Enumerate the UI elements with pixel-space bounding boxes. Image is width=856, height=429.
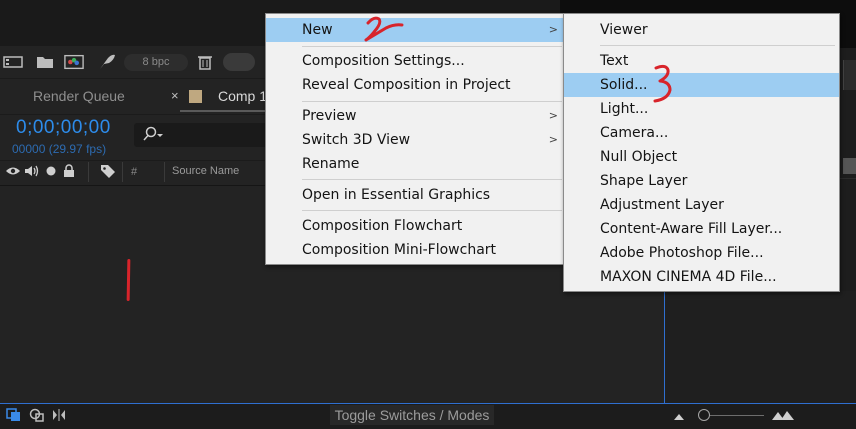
eye-icon[interactable] xyxy=(5,164,21,183)
chevron-right-icon: > xyxy=(548,23,558,36)
label-tag-icon[interactable] xyxy=(100,164,116,183)
menu-item-composition-mini-flowchart[interactable]: Composition Mini-Flowchart xyxy=(266,238,566,262)
submenu-item-adjustment-layer[interactable]: Adjustment Layer xyxy=(564,193,839,217)
tab-render-queue[interactable]: Render Queue xyxy=(33,88,125,104)
new-composition-icon[interactable] xyxy=(64,52,84,72)
current-time-indicator[interactable] xyxy=(664,291,665,403)
active-tab-indicator xyxy=(180,110,270,112)
column-divider xyxy=(164,162,165,182)
submenu-item-text[interactable]: Text xyxy=(564,49,839,73)
tab-comp-1[interactable]: Comp 1 xyxy=(218,88,267,104)
submenu-item-null-object[interactable]: Null Object xyxy=(564,145,839,169)
menu-separator xyxy=(302,179,562,180)
zoom-slider-handle[interactable] xyxy=(698,409,710,421)
column-divider xyxy=(88,162,89,182)
menu-item-composition-flowchart[interactable]: Composition Flowchart xyxy=(266,214,566,238)
menu-item-switch-3d-view[interactable]: Switch 3D View > xyxy=(266,128,566,152)
chevron-right-icon: > xyxy=(548,133,558,146)
annotation-step-3: 3 xyxy=(652,64,674,109)
submenu-item-maxon-cinema-4d-file[interactable]: MAXON CINEMA 4D File... xyxy=(564,265,839,289)
folder-icon[interactable] xyxy=(35,52,55,72)
menu-item-preview[interactable]: Preview > xyxy=(266,104,566,128)
frame-rate-display: 00000 (29.97 fps) xyxy=(12,142,107,156)
timeline-graph-area xyxy=(665,291,856,403)
annotation-step-2: 2 xyxy=(362,14,404,49)
tab-close-icon[interactable]: × xyxy=(171,88,179,103)
lock-icon[interactable] xyxy=(63,164,75,183)
menu-separator xyxy=(302,46,562,47)
solo-icon[interactable] xyxy=(45,164,57,183)
composition-context-menu: New > Composition Settings... Reveal Com… xyxy=(265,13,567,265)
layer-number-column[interactable]: # xyxy=(131,166,137,178)
toggle-pill[interactable] xyxy=(223,53,255,71)
new-submenu: Viewer Text Solid... Light... Camera... … xyxy=(563,13,840,292)
audio-icon[interactable] xyxy=(24,164,40,183)
source-name-column[interactable]: Source Name xyxy=(172,165,239,177)
toggle-switches-modes-button[interactable]: Toggle Switches / Modes xyxy=(330,405,494,425)
submenu-item-content-aware-fill-layer[interactable]: Content-Aware Fill Layer... xyxy=(564,217,839,241)
menu-separator xyxy=(600,45,835,46)
submenu-item-adobe-photoshop-file[interactable]: Adobe Photoshop File... xyxy=(564,241,839,265)
menu-separator xyxy=(302,210,562,211)
submenu-item-viewer[interactable]: Viewer xyxy=(564,18,839,42)
menu-item-rename[interactable]: Rename xyxy=(266,152,566,176)
submenu-item-shape-layer[interactable]: Shape Layer xyxy=(564,169,839,193)
menu-item-new[interactable]: New > xyxy=(266,18,566,42)
chevron-right-icon: > xyxy=(548,109,558,122)
menu-separator xyxy=(302,101,562,102)
column-divider xyxy=(122,162,123,182)
menu-item-composition-settings[interactable]: Composition Settings... xyxy=(266,49,566,73)
panel-scroll-handle[interactable] xyxy=(843,158,856,174)
submenu-item-camera[interactable]: Camera... xyxy=(564,121,839,145)
transfer-controls-icon[interactable] xyxy=(29,408,45,427)
menu-item-reveal-composition[interactable]: Reveal Composition in Project xyxy=(266,73,566,97)
submenu-item-light[interactable]: Light... xyxy=(564,97,839,121)
composition-color-swatch xyxy=(189,90,202,103)
trash-icon[interactable] xyxy=(195,52,215,72)
zoom-out-icon[interactable] xyxy=(672,408,686,426)
annotation-mark-1 xyxy=(126,258,131,302)
submenu-item-solid[interactable]: Solid... xyxy=(564,73,839,97)
feather-icon[interactable] xyxy=(97,52,117,72)
search-icon xyxy=(142,126,164,147)
in-out-duration-icon[interactable] xyxy=(51,408,67,427)
zoom-slider-track[interactable] xyxy=(704,415,764,416)
handwritten-3-icon: 3 xyxy=(653,64,672,103)
interpret-footage-icon[interactable] xyxy=(3,52,23,72)
current-time-display[interactable]: 0;00;00;00 xyxy=(16,117,111,139)
zoom-in-icon[interactable] xyxy=(771,408,795,426)
layer-switches-icon[interactable] xyxy=(6,408,22,427)
menu-item-open-essential-graphics[interactable]: Open in Essential Graphics xyxy=(266,183,566,207)
handwritten-2-icon: 2 xyxy=(364,16,404,42)
bit-depth-label[interactable]: 8 bpc xyxy=(124,54,188,71)
panel-scroll-handle[interactable] xyxy=(843,60,856,90)
